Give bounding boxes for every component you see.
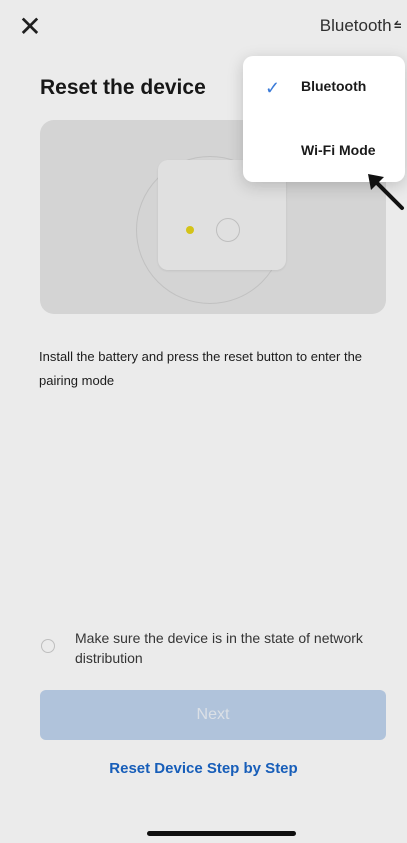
menu-item-bluetooth[interactable]: ✓ Bluetooth xyxy=(243,62,405,112)
checkmark-icon: ✓ xyxy=(265,78,281,98)
menu-item-label: Wi-Fi Mode xyxy=(301,142,376,158)
mode-dropdown-menu: ✓ Bluetooth Wi-Fi Mode xyxy=(243,56,405,182)
pointer-arrow-icon xyxy=(368,174,404,210)
menu-item-label: Bluetooth xyxy=(301,78,367,94)
